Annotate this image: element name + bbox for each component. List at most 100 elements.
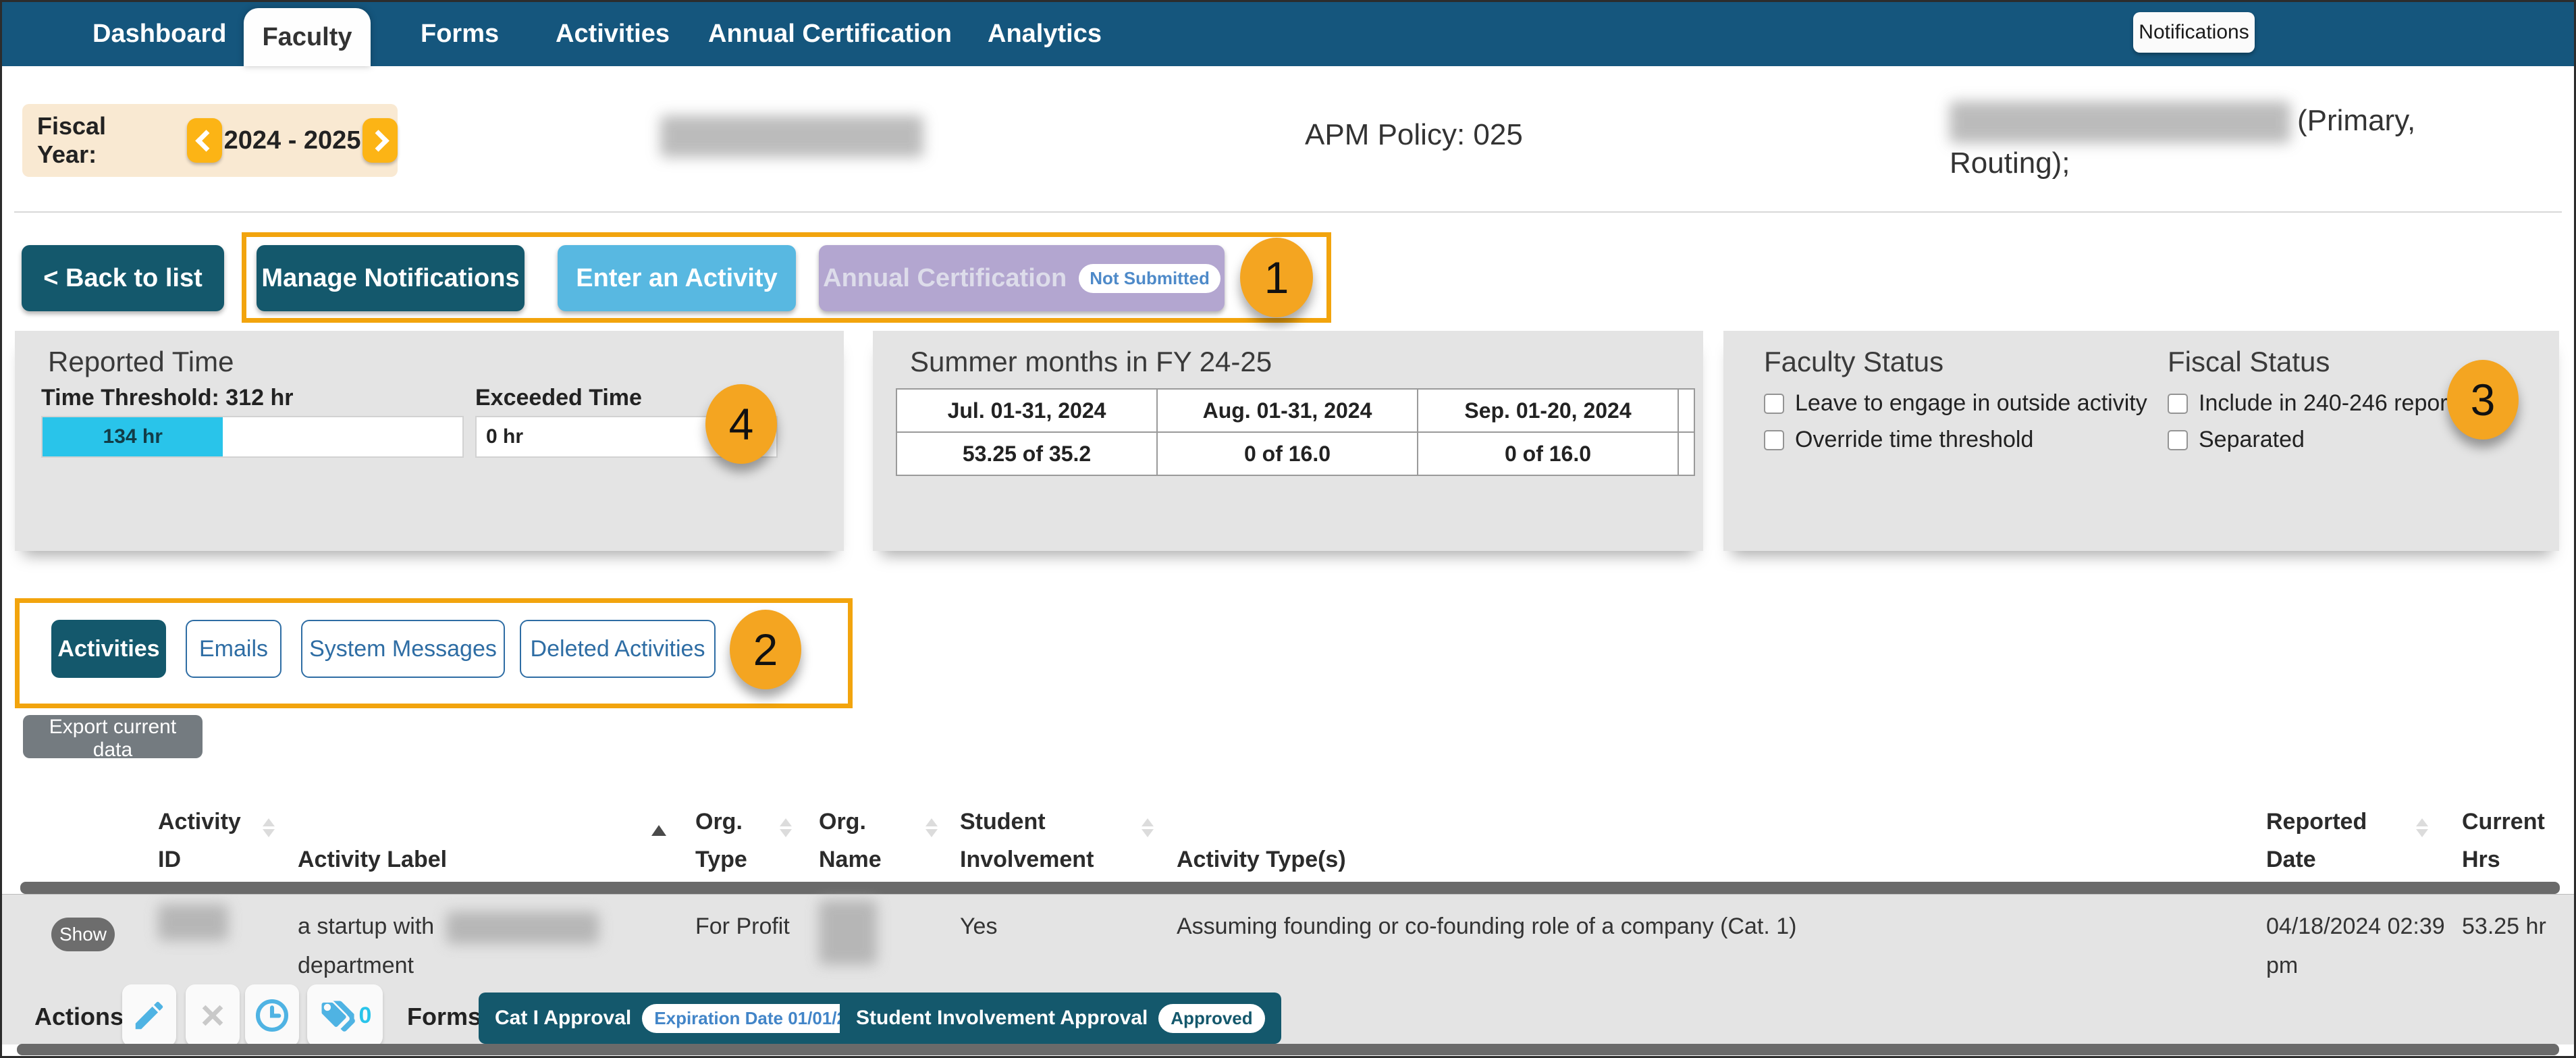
col-header-activity-id[interactable]: Activity ID (158, 791, 259, 878)
leave-outside-activity-checkbox[interactable] (1764, 393, 1784, 414)
export-current-data-button[interactable]: Export current data (23, 715, 203, 761)
include-report-checkbox[interactable] (2168, 393, 2188, 414)
summer-val-sep: 0 of 16.0 (1417, 431, 1679, 476)
annotation-circle-4: 4 (705, 384, 777, 464)
apm-policy: APM Policy: 025 (1305, 118, 1523, 151)
summer-header-row: Jul. 01-31, 2024 Aug. 01-31, 2024 Sep. 0… (896, 388, 1695, 433)
cell-activity-label: a startup with department (298, 907, 676, 985)
redacted-faculty-name (660, 115, 923, 157)
summer-col-partial (1678, 388, 1695, 433)
back-to-list-button[interactable]: < Back to list (22, 245, 224, 311)
tag-count: 0 (358, 1002, 372, 1028)
nav-faculty[interactable]: Faculty (244, 8, 371, 66)
edit-activity-button[interactable] (122, 984, 176, 1047)
table-scrollbar-top[interactable] (20, 882, 2560, 894)
include-report-label: Include in 240-246 report (2199, 390, 2454, 416)
activity-history-button[interactable] (245, 984, 299, 1047)
affiliation-line: (Primary, Routing); (1950, 101, 2483, 184)
summer-val-jul: 53.25 of 35.2 (896, 431, 1158, 476)
sort-icon-activity-id[interactable] (263, 812, 275, 843)
sort-icon-reported-date[interactable] (2416, 812, 2428, 843)
time-threshold-label: Time Threshold: 312 hr (41, 385, 294, 411)
notifications-button[interactable]: Notifications (2133, 12, 2255, 53)
page-scrollbar-bottom[interactable] (17, 1044, 2559, 1055)
tab-deleted-activities[interactable]: Deleted Activities (520, 620, 716, 678)
sort-icon-student-involvement[interactable] (1142, 812, 1154, 843)
sort-icon-org-type[interactable] (780, 812, 792, 843)
time-threshold-bar: 134 hr (41, 416, 464, 458)
not-submitted-badge: Not Submitted (1079, 263, 1220, 293)
activity-label-suffix: department (298, 953, 414, 978)
exceeded-time-label: Exceeded Time (475, 385, 642, 411)
cat1-approval-label: Cat I Approval (495, 1007, 632, 1029)
x-icon (202, 1005, 223, 1026)
manage-notifications-button[interactable]: Manage Notifications (257, 245, 525, 311)
tags-icon (319, 1001, 355, 1032)
cell-student-involvement: Yes (960, 914, 998, 939)
fiscal-status-title: Fiscal Status (2168, 346, 2330, 377)
student-involvement-form-pill[interactable]: Student Involvement Approval Approved (840, 993, 1281, 1044)
time-threshold-bar-value: 134 hr (103, 425, 163, 448)
approved-badge: Approved (1158, 1003, 1265, 1033)
summer-val-aug: 0 of 16.0 (1156, 431, 1418, 476)
summer-values-row: 53.25 of 35.2 0 of 16.0 0 of 16.0 (896, 431, 1695, 476)
nav-forms[interactable]: Forms (421, 2, 499, 66)
tags-button[interactable]: 0 (307, 984, 383, 1047)
app-window: Dashboard Faculty Forms Activities Annua… (0, 0, 2576, 1058)
actions-label: Actions: (34, 1003, 132, 1030)
col-header-activity-types: Activity Type(s) (1177, 846, 1346, 872)
exceeded-time-value: 0 hr (486, 425, 524, 448)
fiscal-year-next-button[interactable] (363, 118, 398, 163)
nav-annual-certification[interactable]: Annual Certification (708, 2, 952, 66)
redacted-activity-label-part (446, 911, 599, 945)
cell-reported-date: 04/18/2024 02:39 pm (2266, 914, 2445, 978)
redacted-org-name (819, 900, 877, 965)
annotation-circle-3: 3 (2447, 360, 2519, 440)
col-header-student-involvement[interactable]: Student Involvement (960, 791, 1129, 878)
time-threshold-bar-fill: 134 hr (43, 417, 223, 456)
summer-val-partial (1678, 431, 1695, 476)
annual-certification-label: Annual Certification (823, 263, 1067, 292)
fiscal-year-selector: Fiscal Year: 2024 - 2025 (22, 104, 398, 177)
annotation-circle-1: 1 (1240, 238, 1313, 317)
cell-activity-types: Assuming founding or co-founding role of… (1177, 914, 1797, 939)
fiscal-year-value: 2024 - 2025 (223, 126, 361, 155)
override-threshold-checkbox[interactable] (1764, 429, 1784, 450)
summer-col-sep: Sep. 01-20, 2024 (1417, 388, 1679, 433)
override-threshold-row: Override time threshold (1764, 427, 2033, 453)
redacted-activity-id (158, 904, 228, 941)
chevron-left-icon (195, 129, 218, 152)
forms-label: Forms: (407, 1003, 490, 1030)
separated-checkbox[interactable] (2168, 429, 2188, 450)
separated-row: Separated (2168, 427, 2305, 453)
nav-analytics[interactable]: Analytics (988, 2, 1102, 66)
tab-activities[interactable]: Activities (51, 620, 166, 678)
col-header-activity-label[interactable]: Activity Label (298, 791, 662, 878)
fiscal-year-prev-button[interactable] (187, 118, 222, 163)
sort-icon-org-name[interactable] (925, 812, 938, 843)
faculty-status-title: Faculty Status (1764, 346, 1944, 377)
col-header-org-type[interactable]: Org. Type (695, 791, 771, 878)
nav-faculty-label: Faculty (262, 23, 352, 51)
tab-emails[interactable]: Emails (186, 620, 281, 678)
col-header-org-name[interactable]: Org. Name (819, 791, 900, 878)
sort-icon-activity-label-active[interactable] (651, 818, 666, 836)
pencil-icon (135, 1001, 163, 1030)
summer-col-jul: Jul. 01-31, 2024 (896, 388, 1158, 433)
nav-activities[interactable]: Activities (556, 2, 670, 66)
summer-months-table: Jul. 01-31, 2024 Aug. 01-31, 2024 Sep. 0… (896, 388, 1695, 476)
cell-current-hrs: 53.25 hr (2462, 914, 2546, 939)
enter-activity-button[interactable]: Enter an Activity (558, 245, 796, 311)
activity-label-prefix: a startup with (298, 914, 435, 939)
leave-outside-activity-label: Leave to engage in outside activity (1795, 390, 2147, 416)
leave-outside-activity-row: Leave to engage in outside activity (1764, 390, 2147, 417)
annual-certification-button[interactable]: Annual Certification Not Submitted (819, 245, 1225, 311)
delete-activity-button[interactable] (186, 984, 240, 1047)
col-header-reported-date[interactable]: Reported Date (2266, 791, 2401, 878)
nav-dashboard[interactable]: Dashboard (92, 2, 226, 66)
summer-col-aug: Aug. 01-31, 2024 (1156, 388, 1418, 433)
tab-system-messages[interactable]: System Messages (301, 620, 505, 678)
student-involvement-approval-label: Student Involvement Approval (856, 1007, 1148, 1029)
show-row-button[interactable]: Show (51, 918, 115, 951)
redacted-affiliation (1950, 101, 2290, 144)
